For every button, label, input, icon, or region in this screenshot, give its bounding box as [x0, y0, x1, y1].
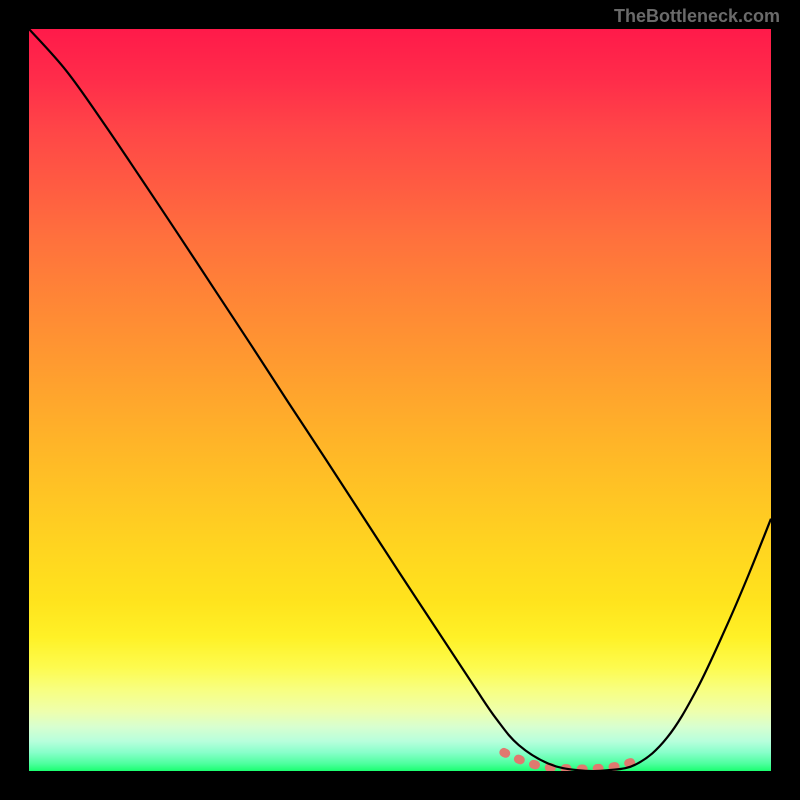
accent-segment	[504, 752, 638, 769]
attribution-text: TheBottleneck.com	[614, 6, 780, 27]
curve-layer	[29, 29, 771, 771]
bottleneck-curve	[29, 29, 771, 771]
plot-area	[29, 29, 771, 771]
